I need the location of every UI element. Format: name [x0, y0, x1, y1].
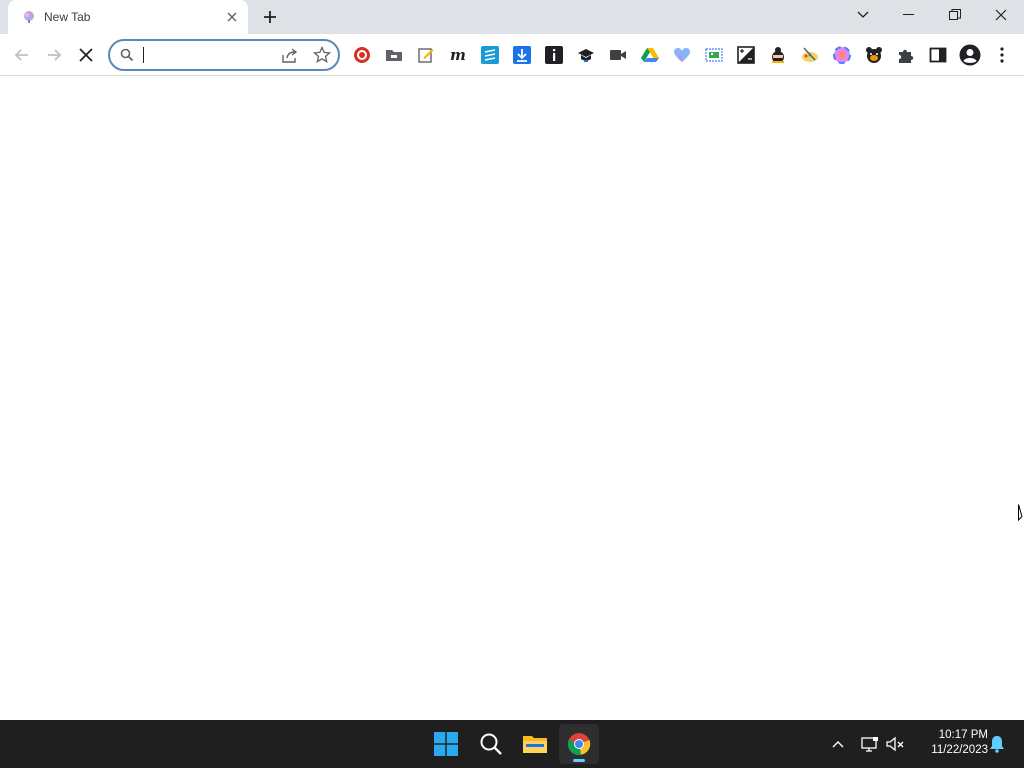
notification-bell-icon[interactable] [986, 733, 1008, 755]
volume-muted-icon[interactable] [885, 733, 907, 755]
bgc-red-icon[interactable] [352, 45, 372, 65]
colorful-circle-icon[interactable] [832, 45, 852, 65]
page-content [0, 77, 1024, 720]
folder-icon[interactable] [384, 45, 404, 65]
contrast-icon[interactable] [736, 45, 756, 65]
graduation-cap-icon[interactable] [576, 45, 596, 65]
text-caret [143, 47, 144, 63]
file-explorer-icon[interactable] [515, 724, 555, 764]
taskbar-search-icon[interactable] [471, 724, 511, 764]
side-panel-icon[interactable] [928, 45, 948, 65]
browser-window: New Tab m [0, 0, 1024, 720]
address-bar[interactable] [108, 39, 340, 71]
show-hidden-icons-chevron-icon[interactable] [827, 733, 849, 755]
tab-new-tab[interactable]: New Tab [8, 0, 248, 34]
tab-favicon-icon [22, 10, 36, 24]
minimize-button[interactable] [886, 0, 932, 30]
tab-title: New Tab [44, 10, 91, 24]
new-tab-button[interactable] [258, 5, 282, 29]
tab-close-icon[interactable] [222, 7, 242, 27]
search-icon [120, 48, 134, 62]
clock[interactable]: 10:17 PM 11/22/2023 [912, 728, 988, 758]
menu-kebab-icon[interactable] [992, 45, 1012, 65]
close-window-button[interactable] [978, 0, 1024, 30]
m-italic-icon[interactable]: m [448, 45, 468, 65]
back-button[interactable] [8, 41, 36, 69]
share-icon[interactable] [280, 47, 300, 65]
edit-note-icon[interactable] [416, 45, 436, 65]
video-camera-icon[interactable] [608, 45, 628, 65]
restore-button[interactable] [932, 0, 978, 30]
bear-icon[interactable] [864, 45, 884, 65]
clock-time: 10:17 PM [938, 729, 988, 741]
download-arrow-icon[interactable] [512, 45, 532, 65]
tab-search-chevron-icon[interactable] [840, 0, 886, 30]
chrome-taskbar-icon[interactable] [559, 724, 599, 764]
svg-text:m: m [450, 46, 466, 64]
browser-toolbar: m [0, 34, 1024, 76]
network-icon[interactable] [859, 733, 881, 755]
drive-icon[interactable] [640, 45, 660, 65]
bookmark-star-icon[interactable] [312, 45, 333, 66]
forward-button[interactable] [40, 41, 68, 69]
ninja-icon[interactable] [768, 45, 788, 65]
address-input[interactable] [142, 45, 272, 65]
screenshot-icon[interactable] [704, 45, 724, 65]
mouse-pointer-icon [1018, 504, 1024, 527]
heart-icon[interactable] [672, 45, 692, 65]
extensions-puzzle-icon[interactable] [896, 45, 916, 65]
blue-s-icon[interactable] [480, 45, 500, 65]
tab-strip: New Tab [0, 0, 1024, 34]
taskbar: 10:17 PM 11/22/2023 [0, 720, 1024, 768]
start-button[interactable] [426, 724, 466, 764]
active-app-indicator [573, 759, 585, 762]
paint-icon[interactable] [800, 45, 820, 65]
info-icon[interactable] [544, 45, 564, 65]
clock-date: 11/22/2023 [931, 744, 988, 756]
stop-loading-button[interactable] [72, 41, 100, 69]
profile-avatar-icon[interactable] [958, 43, 982, 67]
